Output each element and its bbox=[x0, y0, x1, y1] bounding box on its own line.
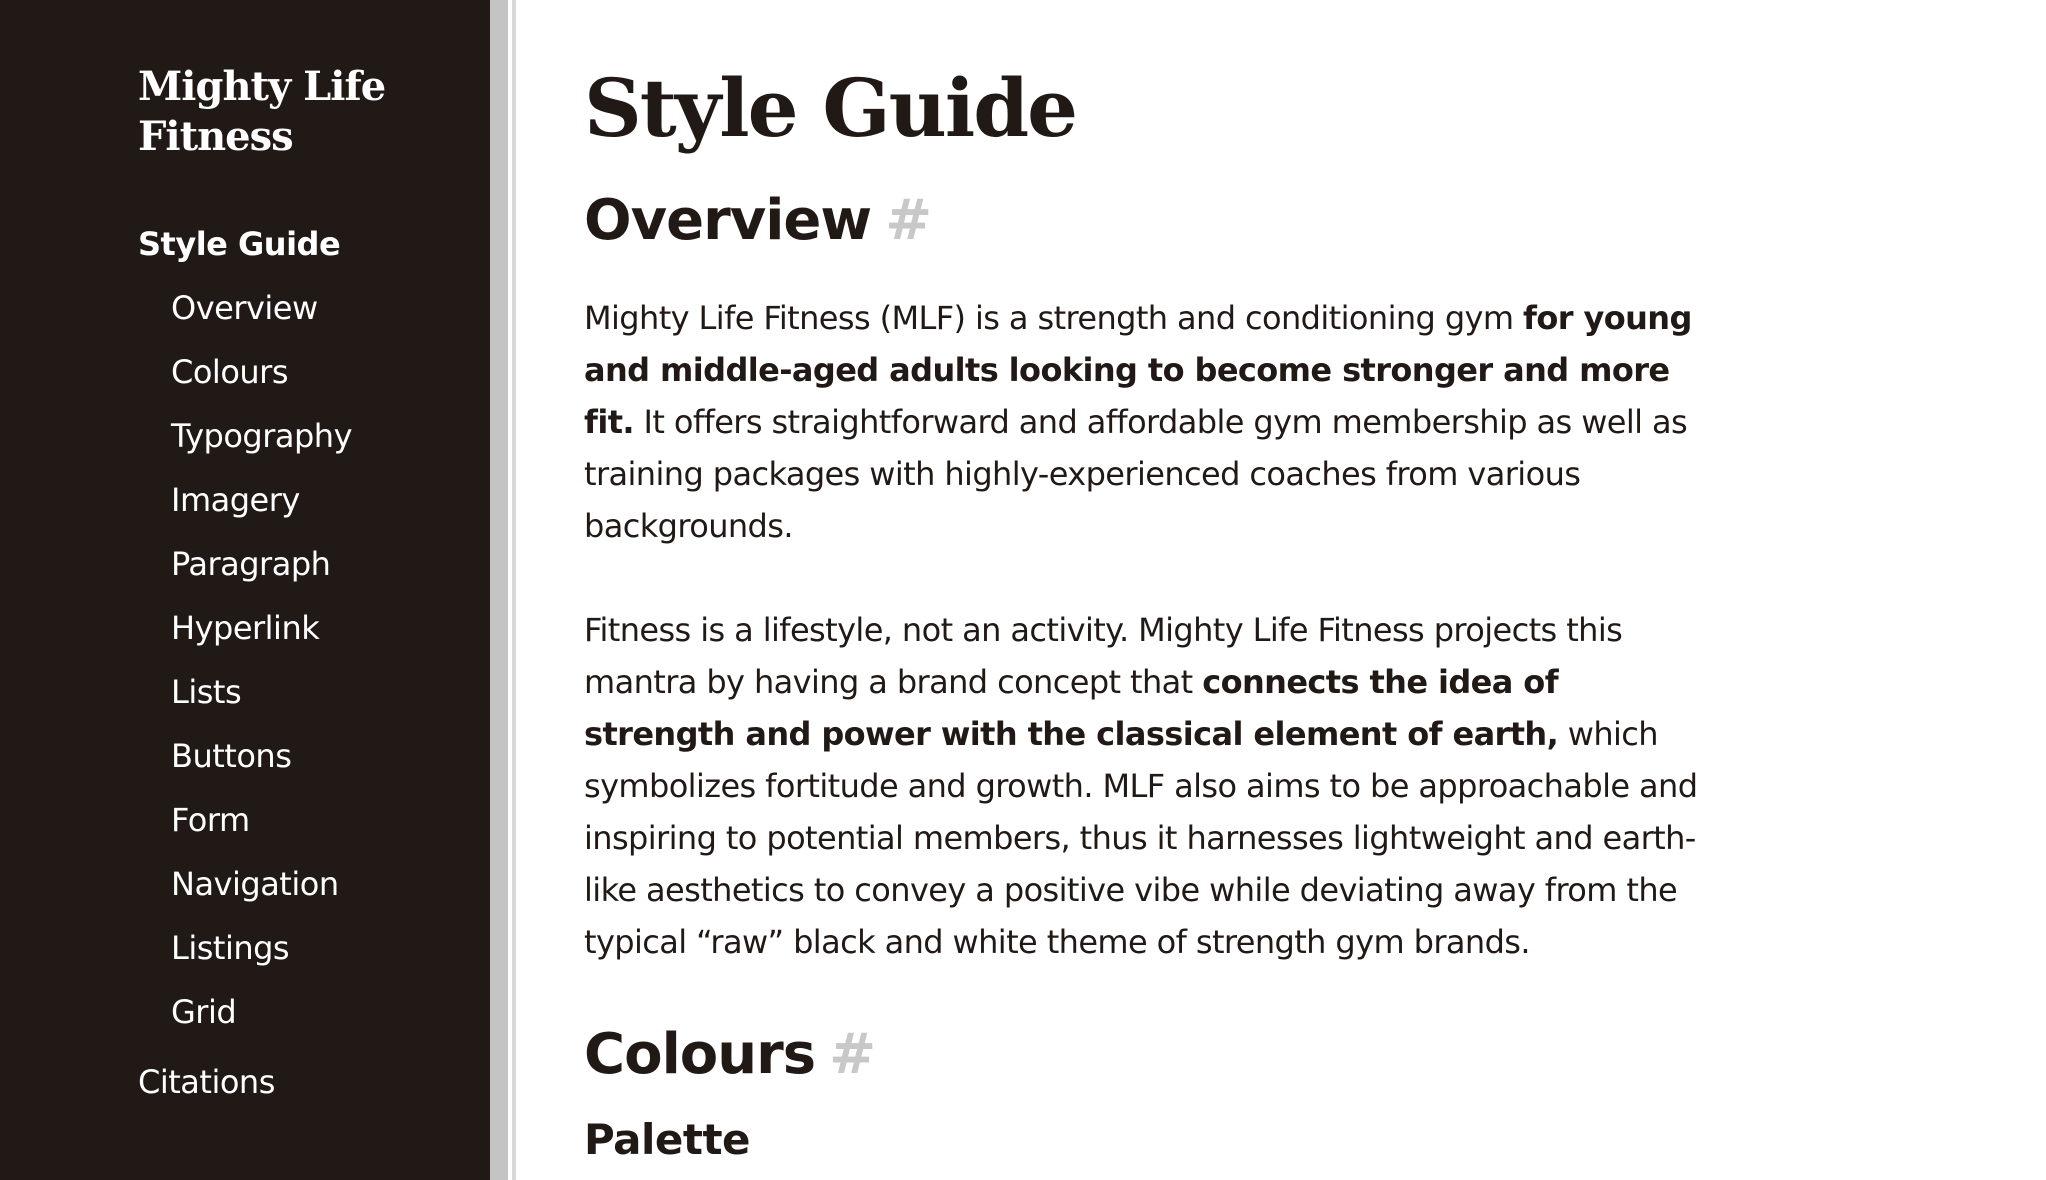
nav-item-paragraph[interactable]: Paragraph bbox=[171, 544, 490, 584]
nav-item-lists[interactable]: Lists bbox=[171, 672, 490, 712]
paragraph-text: It offers straightforward and affordable… bbox=[584, 403, 1688, 545]
nav-link[interactable]: Imagery bbox=[171, 481, 300, 519]
nav-link[interactable]: Typography bbox=[171, 417, 353, 455]
colours-heading-text: Colours bbox=[584, 1022, 816, 1087]
nav-list: Overview Colours Typography Imagery Para… bbox=[138, 288, 490, 1032]
colours-heading: Colours # bbox=[584, 1020, 2046, 1090]
overview-anchor-link[interactable]: # bbox=[885, 188, 932, 253]
sidebar: Mighty Life Fitness Style Guide Overview… bbox=[0, 0, 490, 1180]
nav-item-buttons[interactable]: Buttons bbox=[171, 736, 490, 776]
nav-section-style-guide[interactable]: Style Guide bbox=[138, 224, 490, 264]
nav-link[interactable]: Grid bbox=[171, 993, 237, 1031]
colours-anchor-link[interactable]: # bbox=[829, 1022, 876, 1087]
overview-heading-text: Overview bbox=[584, 188, 872, 253]
page-title: Style Guide bbox=[584, 61, 1078, 155]
sidebar-divider bbox=[490, 0, 518, 1180]
nav-link[interactable]: Hyperlink bbox=[171, 609, 320, 647]
nav-link[interactable]: Paragraph bbox=[171, 545, 331, 583]
overview-paragraph-1: Mighty Life Fitness (MLF) is a strength … bbox=[584, 292, 1714, 552]
nav-link[interactable]: Overview bbox=[171, 289, 318, 327]
nav-link[interactable]: Form bbox=[171, 801, 250, 839]
page: Mighty Life Fitness Style Guide Overview… bbox=[0, 0, 2046, 1180]
nav-item-hyperlink[interactable]: Hyperlink bbox=[171, 608, 490, 648]
nav-link[interactable]: Lists bbox=[171, 673, 242, 711]
nav-link[interactable]: Listings bbox=[171, 929, 290, 967]
nav-item-imagery[interactable]: Imagery bbox=[171, 480, 490, 520]
nav-item-citations[interactable]: Citations bbox=[138, 1062, 490, 1102]
paragraph-text: Mighty Life Fitness (MLF) is a strength … bbox=[584, 299, 1524, 337]
nav-item-typography[interactable]: Typography bbox=[171, 416, 490, 456]
nav-link[interactable]: Navigation bbox=[171, 865, 339, 903]
nav-link[interactable]: Colours bbox=[171, 353, 289, 391]
overview-paragraph-2: Fitness is a lifestyle, not an activity.… bbox=[584, 604, 1714, 968]
palette-heading: Palette bbox=[584, 1115, 751, 1164]
nav-link[interactable]: Buttons bbox=[171, 737, 292, 775]
nav-item-overview[interactable]: Overview bbox=[171, 288, 490, 328]
nav-item-navigation[interactable]: Navigation bbox=[171, 864, 490, 904]
brand-logo[interactable]: Mighty Life Fitness bbox=[138, 62, 438, 162]
main-content: Style Guide Overview # Mighty Life Fitnes… bbox=[518, 0, 2046, 1180]
overview-heading: Overview # bbox=[584, 186, 2046, 256]
nav-item-form[interactable]: Form bbox=[171, 800, 490, 840]
nav-item-listings[interactable]: Listings bbox=[171, 928, 490, 968]
nav-item-grid[interactable]: Grid bbox=[171, 992, 490, 1032]
nav-item-colours[interactable]: Colours bbox=[171, 352, 490, 392]
